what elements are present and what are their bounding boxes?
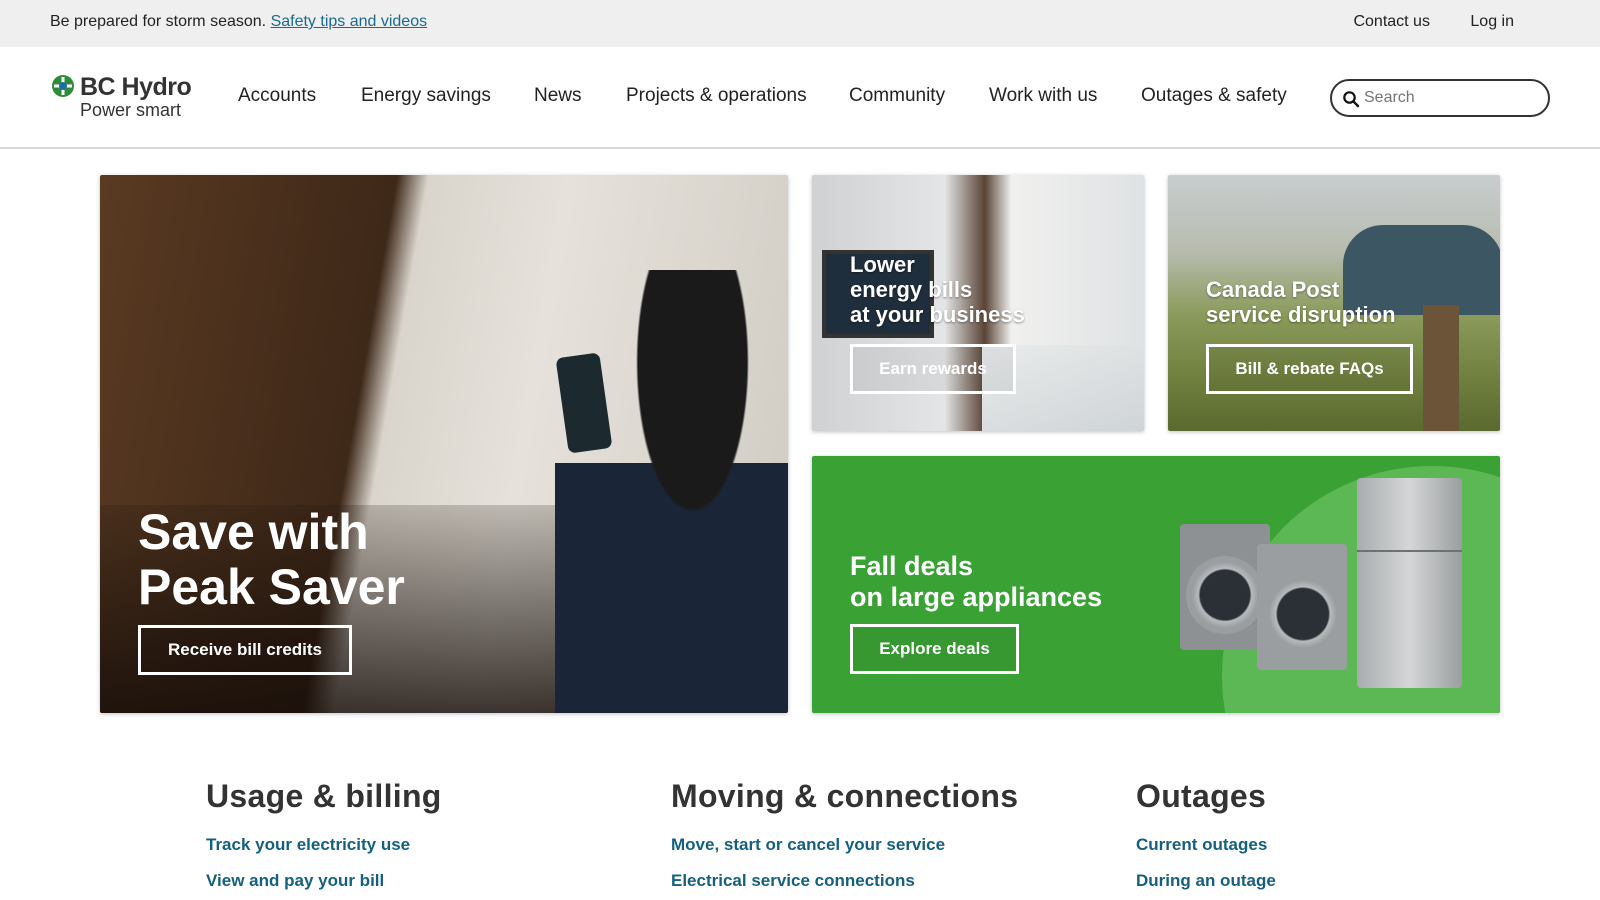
- business-title-line3: at your business: [850, 302, 1025, 327]
- receive-bill-credits-button[interactable]: Receive bill credits: [138, 625, 352, 675]
- hero-title-line1: Save with: [138, 504, 369, 560]
- woman-with-phone-image: [555, 270, 788, 713]
- deals-title-line2: on large appliances: [850, 582, 1103, 612]
- during-outage-link[interactable]: During an outage: [1136, 871, 1276, 891]
- deals-tile-title: Fall deals on large appliances: [850, 551, 1102, 613]
- dryer-image: [1257, 544, 1347, 670]
- nav-item-community[interactable]: Community: [849, 85, 945, 107]
- nav-item-projects-operations[interactable]: Projects & operations: [626, 85, 807, 107]
- track-electricity-link[interactable]: Track your electricity use: [206, 835, 442, 855]
- logo-brand: BC Hydro: [80, 73, 192, 101]
- business-title-line2: energy bills: [850, 277, 973, 302]
- outages-heading: Outages: [1136, 778, 1267, 814]
- outages-column: Outages Current outages During an outage: [1136, 778, 1276, 891]
- nav-item-work-with-us[interactable]: Work with us: [989, 85, 1097, 107]
- hero-title: Save with Peak Saver: [138, 505, 405, 615]
- post-tile-title: Canada Post service disruption: [1206, 277, 1396, 327]
- fridge-image: [1357, 478, 1462, 688]
- earn-rewards-button[interactable]: Earn rewards: [850, 344, 1016, 394]
- post-title-line2: service disruption: [1206, 302, 1396, 327]
- current-outages-link[interactable]: Current outages: [1136, 835, 1276, 855]
- nav-item-energy-savings[interactable]: Energy savings: [361, 85, 491, 107]
- deals-title-line1: Fall deals: [850, 551, 974, 581]
- utility-links: Contact us Log in: [1317, 13, 1514, 31]
- bchydro-logo-icon: [52, 75, 74, 97]
- moving-connections-heading: Moving & connections: [671, 778, 1019, 814]
- usage-billing-column: Usage & billing Track your electricity u…: [206, 778, 442, 891]
- business-title-line1: Lower: [850, 252, 915, 277]
- canada-post-tile[interactable]: Canada Post service disruption Bill & re…: [1168, 175, 1500, 431]
- storm-message: Be prepared for storm season. Safety tip…: [50, 13, 427, 31]
- pay-bill-link[interactable]: View and pay your bill: [206, 871, 442, 891]
- main-nav: BC Hydro Power smart Accounts Energy sav…: [0, 47, 1600, 149]
- move-service-link[interactable]: Move, start or cancel your service: [671, 835, 1018, 855]
- business-tile-title: Lower energy bills at your business: [850, 252, 1025, 327]
- storm-message-text: Be prepared for storm season.: [50, 13, 267, 30]
- washer-door: [1186, 556, 1264, 634]
- search-input[interactable]: [1364, 87, 1534, 109]
- explore-deals-button[interactable]: Explore deals: [850, 624, 1019, 674]
- bc-hydro-logo[interactable]: BC Hydro Power smart: [52, 73, 202, 123]
- moving-connections-column: Moving & connections Move, start or canc…: [671, 778, 1018, 891]
- fall-deals-tile[interactable]: Fall deals on large appliances Explore d…: [812, 456, 1500, 713]
- bill-rebate-faqs-button[interactable]: Bill & rebate FAQs: [1206, 344, 1413, 394]
- utility-bar: Be prepared for storm season. Safety tip…: [0, 0, 1600, 47]
- log-in-link[interactable]: Log in: [1470, 13, 1514, 30]
- peak-saver-hero[interactable]: Save with Peak Saver Receive bill credit…: [100, 175, 788, 713]
- search-box: [1330, 79, 1550, 117]
- dryer-door: [1263, 574, 1343, 654]
- logo-tagline: Power smart: [80, 100, 182, 120]
- nav-item-accounts[interactable]: Accounts: [238, 85, 316, 107]
- search-icon[interactable]: [1342, 90, 1360, 108]
- nav-item-news[interactable]: News: [534, 85, 582, 107]
- post-title-line1: Canada Post: [1206, 277, 1340, 302]
- fridge-divider: [1357, 550, 1462, 552]
- nav-item-outages-safety[interactable]: Outages & safety: [1141, 85, 1287, 107]
- hero-title-line2: Peak Saver: [138, 559, 405, 615]
- service-connections-link[interactable]: Electrical service connections: [671, 871, 1018, 891]
- mailbox-post-image: [1423, 305, 1459, 431]
- safety-tips-link[interactable]: Safety tips and videos: [271, 13, 428, 30]
- usage-billing-heading: Usage & billing: [206, 778, 442, 814]
- business-energy-tile[interactable]: Lower energy bills at your business Earn…: [812, 175, 1144, 431]
- contact-us-link[interactable]: Contact us: [1353, 13, 1429, 30]
